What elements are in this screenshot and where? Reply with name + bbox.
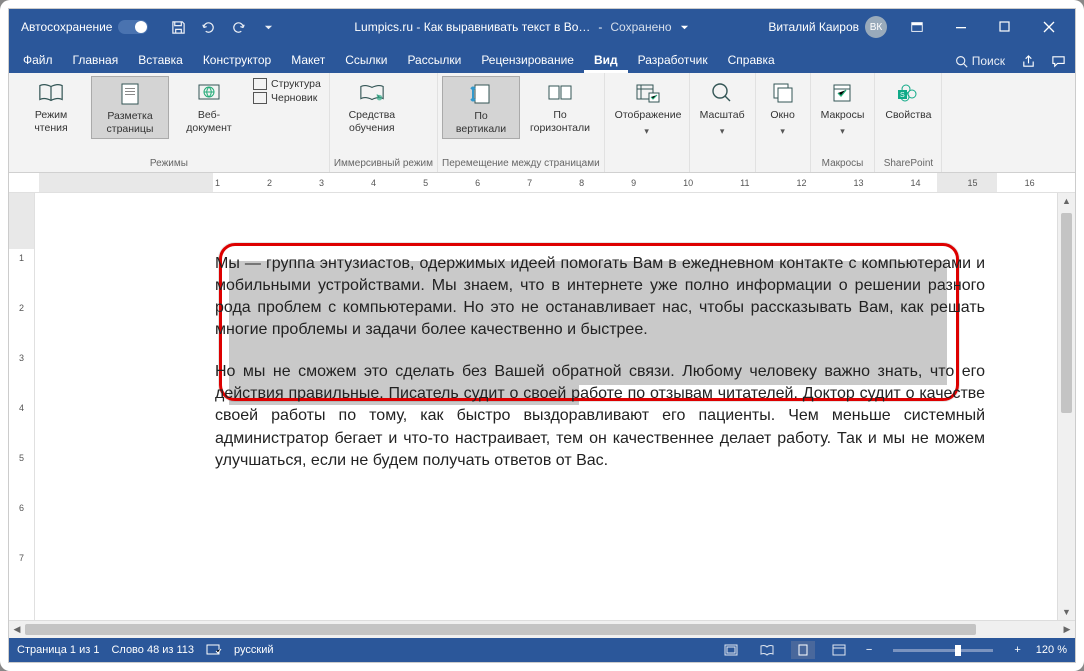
comments-icon[interactable] xyxy=(1045,49,1071,73)
save-icon[interactable] xyxy=(164,13,192,41)
horizontal-ruler[interactable]: 1234567891011121314151617 xyxy=(9,173,1075,193)
tab-mailings[interactable]: Рассылки xyxy=(397,48,471,73)
book-icon xyxy=(38,79,64,107)
tab-design[interactable]: Конструктор xyxy=(193,48,281,73)
scroll-up-icon[interactable]: ▲ xyxy=(1058,193,1075,209)
avatar: ВК xyxy=(865,16,887,38)
web-layout-view-icon[interactable] xyxy=(827,641,851,659)
outline-icon xyxy=(253,78,267,90)
minimize-icon[interactable] xyxy=(939,9,983,45)
group-label: Иммерсивный режим xyxy=(334,156,433,172)
magnifier-icon xyxy=(710,79,734,107)
tab-layout[interactable]: Макет xyxy=(281,48,335,73)
zoom-in-icon[interactable]: + xyxy=(1011,644,1023,656)
zoom-slider[interactable] xyxy=(893,649,993,652)
horizontal-scrollbar[interactable]: ◀ ▶ xyxy=(9,620,1075,638)
scroll-left-icon[interactable]: ◀ xyxy=(9,624,25,635)
sharepoint-icon: S xyxy=(896,79,920,107)
vertical-icon xyxy=(470,80,492,108)
user-name: Виталий Каиров xyxy=(768,20,859,34)
title-bar: Автосохранение Lumpics.ru - Как выравнив… xyxy=(9,9,1075,45)
zoom-button[interactable]: Масштаб ▾ xyxy=(694,76,751,139)
globe-icon xyxy=(197,79,221,107)
ribbon-options-icon[interactable] xyxy=(895,9,939,45)
vertical-scrollbar[interactable]: ▲ ▼ xyxy=(1057,193,1075,620)
toggle-switch-icon xyxy=(118,20,148,34)
search-icon xyxy=(955,55,968,68)
tab-help[interactable]: Справка xyxy=(718,48,785,73)
user-account[interactable]: Виталий Каиров ВК xyxy=(760,16,895,38)
macros-icon xyxy=(830,79,854,107)
ribbon: Режим чтения Разметка страницы Веб-докум… xyxy=(9,73,1075,173)
page-indicator[interactable]: Страница 1 из 1 xyxy=(17,644,99,656)
scroll-thumb[interactable] xyxy=(25,624,976,635)
group-label: Макросы xyxy=(815,156,871,172)
chevron-down-icon xyxy=(680,23,689,32)
properties-button[interactable]: S Свойства xyxy=(879,76,937,125)
qat-dropdown-icon[interactable] xyxy=(254,13,282,41)
chevron-down-icon: ▾ xyxy=(780,126,785,137)
reading-mode-button[interactable]: Режим чтения xyxy=(13,76,89,137)
zoom-level[interactable]: 120 % xyxy=(1036,644,1067,656)
tab-home[interactable]: Главная xyxy=(63,48,129,73)
tab-insert[interactable]: Вставка xyxy=(128,48,193,73)
print-layout-view-icon[interactable] xyxy=(791,641,815,659)
spellcheck-icon[interactable] xyxy=(206,643,222,657)
draft-button[interactable]: Черновик xyxy=(253,92,321,104)
side-to-side-button[interactable]: По горизонтали xyxy=(522,76,598,137)
draft-icon xyxy=(253,92,267,104)
window-button[interactable]: Окно ▾ xyxy=(760,76,806,139)
focus-view-icon[interactable] xyxy=(719,641,743,659)
language-indicator[interactable]: русский xyxy=(234,644,273,656)
word-count[interactable]: Слово 48 из 113 xyxy=(111,644,194,656)
vertical-button[interactable]: По вертикали xyxy=(442,76,520,139)
zoom-out-icon[interactable]: − xyxy=(863,644,875,656)
print-layout-button[interactable]: Разметка страницы xyxy=(91,76,169,139)
document-title: Lumpics.ru - Как выравнивать текст в Во…… xyxy=(282,20,760,34)
vertical-ruler[interactable]: 1234567 xyxy=(9,193,35,620)
chevron-down-icon: ▾ xyxy=(644,126,649,137)
show-icon xyxy=(634,79,660,107)
ribbon-tabs: Файл Главная Вставка Конструктор Макет С… xyxy=(9,45,1075,73)
maximize-icon[interactable] xyxy=(983,9,1027,45)
horizontal-icon xyxy=(546,79,574,107)
tab-view[interactable]: Вид xyxy=(584,48,628,73)
status-bar: Страница 1 из 1 Слово 48 из 113 русский … xyxy=(9,638,1075,662)
outline-button[interactable]: Структура xyxy=(253,78,321,90)
autosave-toggle[interactable]: Автосохранение xyxy=(13,20,156,34)
web-layout-button[interactable]: Веб-документ xyxy=(171,76,247,137)
save-state: Сохранено xyxy=(610,20,671,34)
paragraph-1[interactable]: Мы — группа энтузиастов, одержимых идеей… xyxy=(215,253,985,341)
macros-button[interactable]: Макросы ▾ xyxy=(815,76,871,139)
close-icon[interactable] xyxy=(1027,9,1071,45)
svg-text:S: S xyxy=(900,92,905,99)
scroll-thumb[interactable] xyxy=(1061,213,1072,413)
tab-review[interactable]: Рецензирование xyxy=(471,48,584,73)
redo-icon[interactable] xyxy=(224,13,252,41)
learning-icon xyxy=(359,79,385,107)
group-label: SharePoint xyxy=(879,156,937,172)
share-icon[interactable] xyxy=(1015,49,1041,73)
learning-tools-button[interactable]: Средства обучения xyxy=(334,76,410,137)
search-box[interactable]: Поиск xyxy=(949,51,1011,71)
read-mode-view-icon[interactable] xyxy=(755,641,779,659)
window-icon xyxy=(771,79,795,107)
tab-references[interactable]: Ссылки xyxy=(335,48,397,73)
quick-access-toolbar xyxy=(164,13,282,41)
scroll-right-icon[interactable]: ▶ xyxy=(1059,624,1075,635)
page-icon xyxy=(119,80,141,108)
tab-developer[interactable]: Разработчик xyxy=(628,48,718,73)
show-button[interactable]: Отображение ▾ xyxy=(609,76,685,139)
chevron-down-icon: ▾ xyxy=(720,126,725,137)
document-area[interactable]: Мы — группа энтузиастов, одержимых идеей… xyxy=(35,193,1057,620)
group-label: Перемещение между страницами xyxy=(442,156,600,172)
tab-file[interactable]: Файл xyxy=(13,48,63,73)
group-label: Режимы xyxy=(13,156,325,172)
chevron-down-icon: ▾ xyxy=(840,126,845,137)
undo-icon[interactable] xyxy=(194,13,222,41)
paragraph-2[interactable]: Но мы не сможем это сделать без Вашей об… xyxy=(215,361,985,471)
scroll-down-icon[interactable]: ▼ xyxy=(1058,604,1075,620)
autosave-label: Автосохранение xyxy=(21,20,112,34)
